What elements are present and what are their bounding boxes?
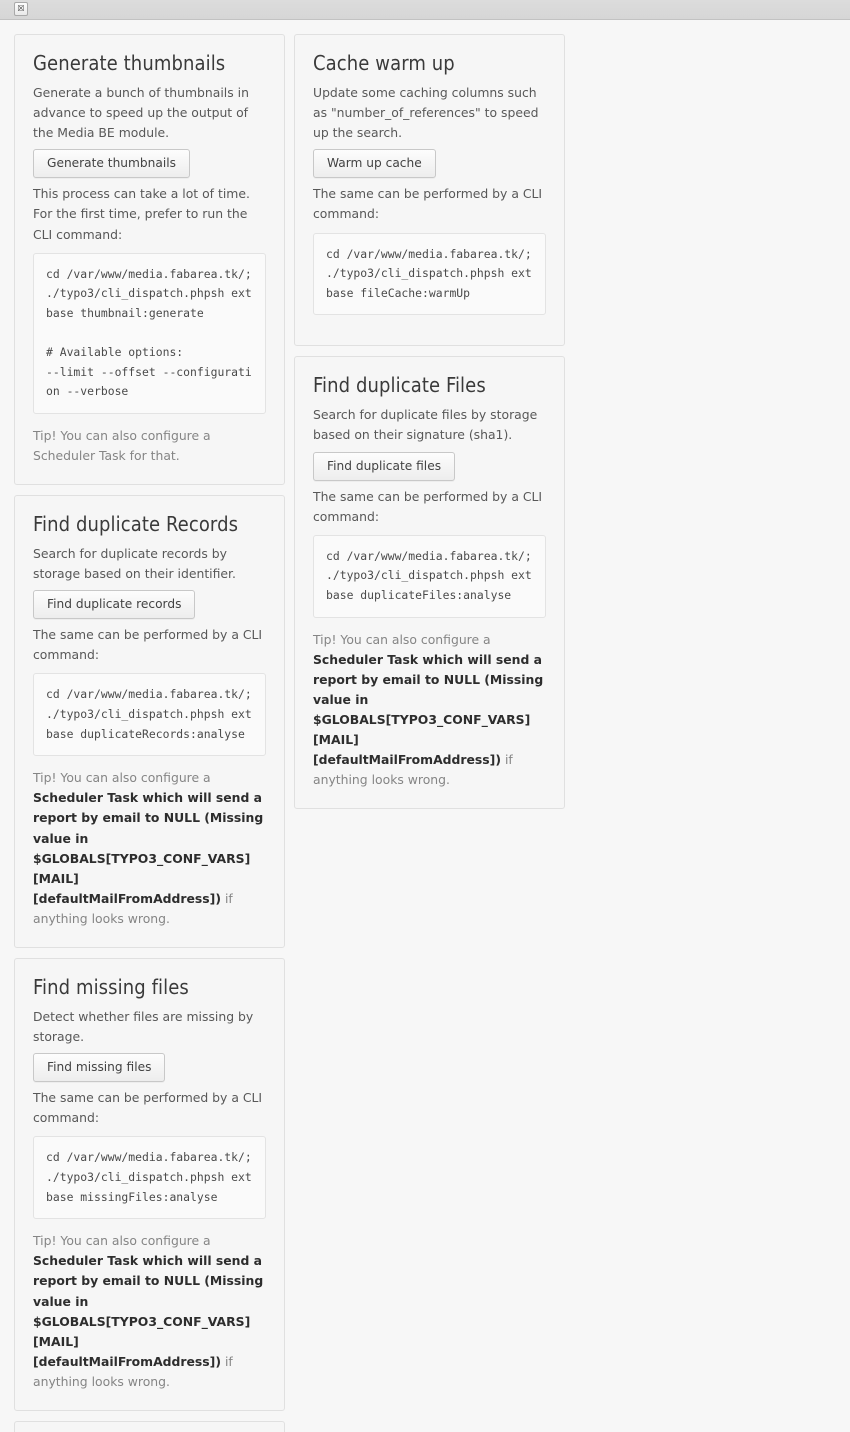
tip-prefix: Tip! You can also configure a bbox=[313, 631, 491, 647]
action-button-find-missing-files[interactable]: Find missing files bbox=[33, 1053, 166, 1083]
panel-description: Search for duplicate files by storage ba… bbox=[313, 407, 538, 443]
cli-command-block: cd /var/www/media.fabarea.tk/; ./typo3/c… bbox=[313, 534, 546, 618]
module-content: Generate thumbnails Generate a bunch of t… bbox=[0, 20, 850, 1432]
action-button-find-duplicate-files[interactable]: Find duplicate files bbox=[313, 451, 456, 481]
column-middle: Cache warm up Update some caching columns… bbox=[294, 34, 565, 819]
cli-hint-text: The same can be performed by a CLI comma… bbox=[313, 488, 543, 524]
cli-command-block: cd /var/www/media.fabarea.tk/; ./typo3/c… bbox=[313, 232, 546, 316]
cli-command-block: cd /var/www/media.fabarea.tk/; ./typo3/c… bbox=[33, 673, 266, 757]
panel-description: Detect whether files are missing by stor… bbox=[33, 1009, 254, 1045]
panel-description: Generate a bunch of thumbnails in advanc… bbox=[33, 85, 249, 141]
panel-find-duplicate-records: Find duplicate Records Search for duplica… bbox=[14, 495, 285, 949]
panel-find-duplicate-files: Find duplicate Files Search for duplicate… bbox=[294, 356, 565, 810]
panel-find-missing-files: Find missing files Detect whether files a… bbox=[14, 958, 285, 1412]
panel-title: Find duplicate Files bbox=[313, 373, 486, 398]
tip-emphasis: Scheduler Task which will send a report … bbox=[33, 790, 264, 906]
action-button-cache-warm-up[interactable]: Warm up cache bbox=[313, 149, 436, 179]
cli-hint-text: This process can take a lot of time. For… bbox=[33, 186, 250, 242]
panel-module-preferences: Module preferences for FileEdit preferen… bbox=[14, 1421, 285, 1432]
tip-text: Tip! You can also configure a Scheduler … bbox=[33, 1231, 266, 1392]
column-right: Find missing files Detect whether files a… bbox=[14, 958, 285, 1432]
cli-hint-text: The same can be performed by a CLI comma… bbox=[33, 627, 263, 663]
panel-generate-thumbnails: Generate thumbnails Generate a bunch of t… bbox=[14, 34, 285, 486]
tip-prefix: Tip! You can also configure a bbox=[33, 1233, 211, 1249]
panel-grid: Generate thumbnails Generate a bunch of t… bbox=[14, 34, 836, 1432]
tip-text: Tip! You can also configure a Scheduler … bbox=[33, 768, 266, 929]
tip-prefix: Tip! You can also configure a bbox=[33, 770, 211, 786]
cli-command-block: cd /var/www/media.fabarea.tk/; ./typo3/c… bbox=[33, 1136, 266, 1220]
cli-hint-text: The same can be performed by a CLI comma… bbox=[33, 1090, 263, 1126]
window-titlebar: ☒ bbox=[0, 0, 850, 20]
tip-text: Tip! You can also configure a Scheduler … bbox=[33, 426, 266, 466]
tip-prefix: Tip! You can also configure a Scheduler … bbox=[33, 427, 211, 463]
panel-description: Search for duplicate records by storage … bbox=[33, 546, 236, 582]
panel-description: Update some caching columns such as "num… bbox=[313, 85, 539, 141]
tip-emphasis: Scheduler Task which will send a report … bbox=[313, 651, 544, 768]
column-left: Generate thumbnails Generate a bunch of t… bbox=[14, 34, 285, 958]
panel-title: Generate thumbnails bbox=[33, 51, 226, 75]
cli-hint-text: The same can be performed by a CLI comma… bbox=[313, 186, 543, 222]
panel-title: Find missing files bbox=[33, 975, 189, 1000]
cli-command-block: cd /var/www/media.fabarea.tk/; ./typo3/c… bbox=[33, 252, 266, 414]
panel-title: Find duplicate Records bbox=[33, 512, 239, 537]
panel-title: Cache warm up bbox=[313, 51, 455, 75]
tip-text: Tip! You can also configure a Scheduler … bbox=[313, 630, 546, 791]
action-button-generate-thumbnails[interactable]: Generate thumbnails bbox=[33, 149, 190, 179]
tip-emphasis: Scheduler Task which will send a report … bbox=[33, 1253, 264, 1369]
panel-cache-warm-up: Cache warm up Update some caching columns… bbox=[294, 34, 565, 347]
close-icon[interactable]: ☒ bbox=[14, 2, 28, 16]
action-button-find-duplicate-records[interactable]: Find duplicate records bbox=[33, 590, 196, 620]
